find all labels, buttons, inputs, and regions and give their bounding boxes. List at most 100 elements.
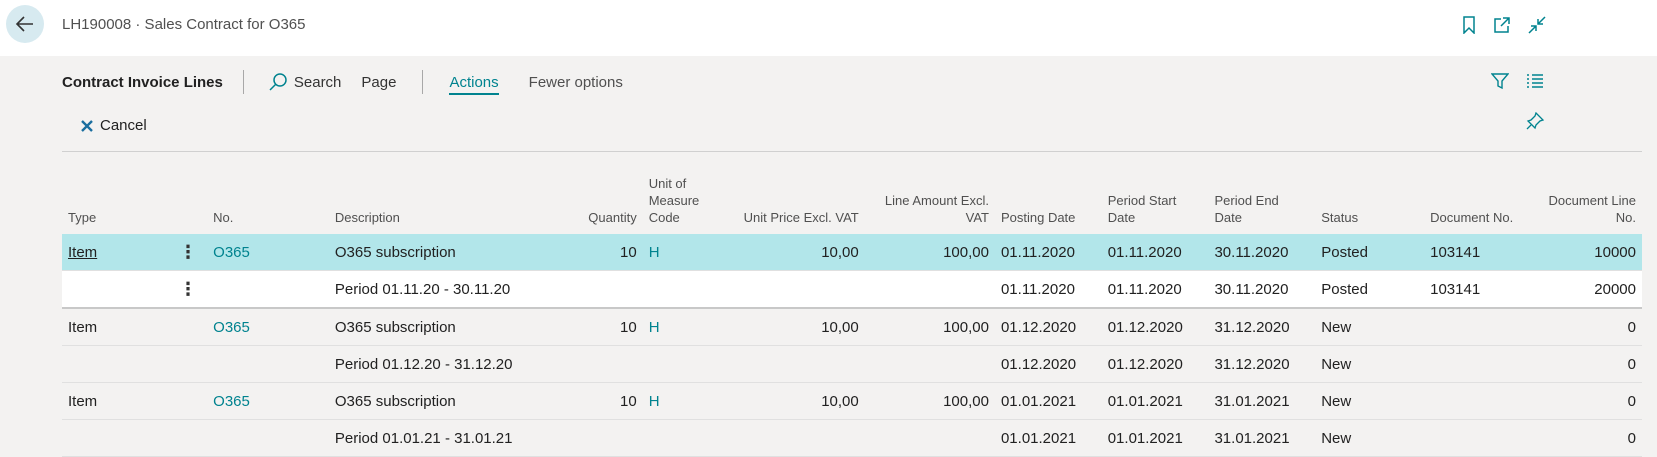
cell-unit-price: 10,00 — [717, 234, 865, 271]
cell-type — [62, 345, 169, 383]
column-header-document-line-no[interactable]: Document Line No. — [1531, 158, 1642, 234]
cell-description: O365 subscription — [328, 308, 581, 346]
column-header-uom[interactable]: Unit of Measure Code — [643, 158, 718, 234]
column-header-unit-price[interactable]: Unit Price Excl. VAT — [717, 158, 864, 234]
cell-no[interactable]: O365 — [207, 308, 329, 346]
search-label: Search — [293, 73, 342, 91]
row-menu — [168, 345, 208, 383]
cell-quantity: 10 — [580, 382, 643, 420]
cell-type[interactable]: Item — [62, 234, 169, 271]
column-header-period-start[interactable]: Period Start Date — [1102, 158, 1209, 234]
column-header-description[interactable]: Description — [329, 158, 581, 234]
cell-uom[interactable] — [642, 419, 718, 457]
cell-status: New — [1315, 419, 1425, 457]
cell-period-end: 31.01.2021 — [1208, 382, 1316, 420]
column-header-document-no[interactable]: Document No. — [1424, 158, 1531, 234]
cell-line-amount: 100,00 — [864, 234, 995, 271]
cell-uom[interactable] — [642, 270, 718, 309]
cell-period-start: 01.12.2020 — [1101, 308, 1209, 346]
column-header-line-amount[interactable]: Line Amount Excl. VAT — [865, 158, 995, 234]
cell-status: New — [1315, 382, 1425, 420]
column-header-no[interactable]: No. — [207, 158, 329, 234]
part-title: Contract Invoice Lines — [62, 73, 223, 91]
cell-quantity — [580, 270, 643, 309]
cell-description: Period 01.11.20 - 30.11.20 — [328, 270, 581, 309]
cell-line-amount: 100,00 — [864, 382, 995, 420]
cancel-button[interactable]: Cancel — [80, 117, 147, 134]
cell-posting-date: 01.12.2020 — [994, 345, 1102, 383]
cell-period-start: 01.01.2021 — [1101, 382, 1209, 420]
column-header-status[interactable]: Status — [1315, 158, 1424, 234]
cell-line-amount — [864, 270, 995, 309]
cell-posting-date: 01.01.2021 — [994, 419, 1102, 457]
cell-no[interactable]: O365 — [207, 382, 329, 420]
open-new-window-button[interactable] — [1491, 14, 1513, 36]
cell-uom[interactable] — [642, 345, 718, 383]
cell-unit-price: 10,00 — [717, 382, 865, 420]
cell-posting-date: 01.11.2020 — [994, 234, 1102, 271]
cell-period-start: 01.11.2020 — [1101, 270, 1209, 309]
contract-invoice-lines-table: Type No. Description Quantity Unit of Me… — [62, 158, 1642, 457]
column-header-period-end[interactable]: Period End Date — [1208, 158, 1315, 234]
cell-document-no — [1424, 419, 1531, 457]
cell-document-no — [1424, 345, 1531, 383]
back-button[interactable] — [6, 5, 44, 43]
filter-button[interactable] — [1489, 70, 1511, 92]
table-row[interactable]: ⋮ Period 01.11.20 - 30.11.20 01.11.2020 01.… — [62, 270, 1642, 309]
table-row[interactable]: Period 01.12.20 - 31.12.20 01.12.2020 01.1… — [62, 345, 1642, 383]
divider — [62, 151, 1642, 152]
column-header-quantity[interactable]: Quantity — [581, 158, 643, 234]
cell-period-end: 30.11.2020 — [1208, 234, 1316, 271]
search-button[interactable]: Search — [268, 72, 342, 92]
cancel-x-icon — [81, 119, 93, 132]
cell-no[interactable] — [207, 270, 329, 309]
page-button[interactable]: Page — [361, 74, 396, 91]
cell-no[interactable] — [207, 345, 329, 383]
cell-uom[interactable]: H — [642, 308, 718, 346]
cell-status: Posted — [1315, 234, 1425, 271]
pin-icon — [1526, 112, 1544, 130]
pin-button[interactable] — [1524, 110, 1546, 132]
cell-line-amount — [864, 345, 995, 383]
cell-document-line-no: 0 — [1530, 382, 1642, 420]
column-header-type[interactable]: Type — [62, 158, 169, 234]
cell-line-amount: 100,00 — [864, 308, 995, 346]
cell-type: Item — [62, 382, 169, 420]
cell-document-no — [1424, 382, 1531, 420]
cell-unit-price — [717, 345, 865, 383]
separator — [242, 70, 244, 94]
cell-unit-price: 10,00 — [717, 308, 865, 346]
cell-uom[interactable]: H — [642, 382, 718, 420]
cell-period-start: 01.12.2020 — [1101, 345, 1209, 383]
cell-document-line-no: 0 — [1530, 308, 1642, 346]
cell-quantity — [580, 345, 643, 383]
fewer-options-button[interactable]: Fewer options — [529, 74, 623, 91]
row-menu[interactable]: ⋮ — [168, 270, 208, 309]
column-header-posting-date[interactable]: Posting Date — [995, 158, 1102, 234]
more-vertical-icon[interactable]: ⋮ — [179, 242, 197, 262]
cell-period-end: 31.12.2020 — [1208, 345, 1316, 383]
table-row[interactable]: Item ⋮ O365 O365 subscription 10 H 10,00 100,00… — [62, 234, 1642, 271]
cell-status: New — [1315, 345, 1425, 383]
cell-document-no: 103141 — [1424, 234, 1531, 271]
action-bar: Contract Invoice Lines Search Page Actio… — [62, 68, 623, 96]
cancel-label: Cancel — [100, 117, 147, 134]
collapse-button[interactable] — [1526, 14, 1548, 36]
actions-tab[interactable]: Actions — [449, 74, 499, 95]
table-row[interactable]: Item O365 O365 subscription 10 H 10,00 100,00 0… — [62, 308, 1642, 346]
row-menu — [168, 382, 208, 420]
table-row[interactable]: Item O365 O365 subscription 10 H 10,00 100,00 0… — [62, 382, 1642, 420]
cell-quantity — [580, 419, 643, 457]
cell-posting-date: 01.01.2021 — [994, 382, 1102, 420]
row-menu[interactable]: ⋮ — [168, 234, 208, 271]
cell-posting-date: 01.12.2020 — [994, 308, 1102, 346]
more-vertical-icon[interactable]: ⋮ — [179, 279, 197, 299]
cell-no[interactable]: O365 — [207, 234, 329, 271]
table-row[interactable]: Period 01.01.21 - 31.01.21 01.01.2021 01.0… — [62, 419, 1642, 457]
cell-type — [62, 270, 169, 309]
bookmark-button[interactable] — [1458, 14, 1480, 36]
open-new-window-icon — [1494, 17, 1510, 33]
cell-uom[interactable]: H — [642, 234, 718, 271]
cell-no[interactable] — [207, 419, 329, 457]
list-view-button[interactable] — [1524, 70, 1546, 92]
